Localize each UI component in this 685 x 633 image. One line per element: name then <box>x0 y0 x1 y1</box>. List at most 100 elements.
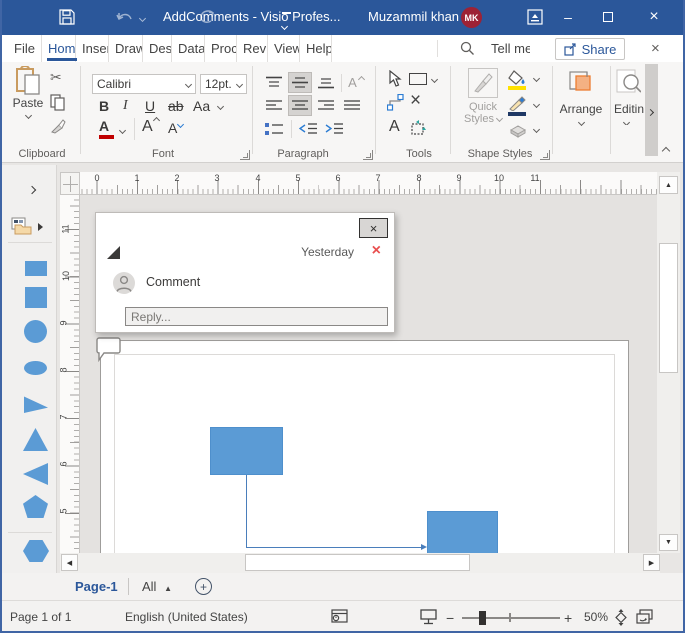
pointer-tool-button[interactable] <box>388 70 402 87</box>
stencil-shape-square[interactable] <box>25 287 47 308</box>
tell-me-button[interactable]: Tell me <box>485 35 530 62</box>
stencil-shape-triangle[interactable] <box>23 428 48 451</box>
page-indicator[interactable]: Page 1 of 1 <box>10 610 71 624</box>
font-size-select[interactable]: 12pt. <box>200 74 247 94</box>
italic-button[interactable]: I <box>123 98 128 114</box>
delete-comment-button[interactable]: × <box>372 242 381 260</box>
connector-vertical-segment[interactable] <box>246 475 247 547</box>
connector-horizontal-segment[interactable] <box>246 547 422 548</box>
search-icon[interactable] <box>460 41 475 56</box>
fill-dropdown-icon[interactable] <box>533 75 540 82</box>
copy-button[interactable] <box>50 94 65 111</box>
tab-process[interactable]: Process <box>205 35 237 62</box>
align-bottom-button[interactable] <box>314 72 338 93</box>
grow-font-button[interactable]: A <box>142 118 159 136</box>
connector-tool-button[interactable] <box>387 94 404 111</box>
text-tool-button[interactable]: A <box>389 118 400 136</box>
stencil-flyout-arrow-icon[interactable] <box>38 223 43 231</box>
tab-file[interactable]: File <box>8 35 42 62</box>
reply-input[interactable] <box>125 307 388 326</box>
presentation-mode-icon[interactable] <box>420 609 437 625</box>
strikethrough-button[interactable]: ab <box>168 98 184 114</box>
vertical-scroll-thumb[interactable] <box>659 243 678 373</box>
horizontal-scrollbar[interactable]: ◀ ▶ <box>60 553 660 573</box>
tab-design[interactable]: Design <box>143 35 172 62</box>
close-ribbon-panel-button[interactable]: × <box>645 35 675 62</box>
switch-windows-icon[interactable] <box>636 609 653 624</box>
shape-styles-dialog-launcher[interactable] <box>540 150 550 160</box>
align-center-button[interactable] <box>288 95 312 116</box>
stencil-shape-hexagon[interactable] <box>23 540 49 562</box>
line-color-button[interactable] <box>508 96 528 116</box>
comment-indicator-icon[interactable] <box>96 336 123 362</box>
comment-collapse-icon[interactable] <box>107 246 120 259</box>
ribbon-scroll-strip[interactable] <box>645 64 658 156</box>
zoom-in-button[interactable]: + <box>564 610 572 626</box>
insert-page-button[interactable]: + <box>195 578 212 595</box>
paste-button[interactable]: Paste <box>10 66 46 118</box>
macro-record-icon[interactable] <box>331 609 348 624</box>
page-tab-page1[interactable]: Page-1 <box>75 579 118 594</box>
stencil-shape-pentagon[interactable] <box>23 495 48 518</box>
comment-popup-close-button[interactable]: × <box>359 218 388 238</box>
font-family-select[interactable]: Calibri <box>92 74 196 94</box>
bullets-button[interactable] <box>262 118 286 139</box>
ribbon-display-options-icon[interactable] <box>527 9 543 25</box>
tab-draw[interactable]: Draw <box>109 35 143 62</box>
language-indicator[interactable]: English (United States) <box>125 610 248 624</box>
stencil-icon[interactable] <box>11 217 33 235</box>
zoom-level[interactable]: 50% <box>584 610 608 624</box>
undo-icon[interactable] <box>116 9 136 25</box>
canvas-shape-rectangle-2[interactable] <box>427 511 498 553</box>
transform-tool-button[interactable] <box>409 120 426 136</box>
increase-indent-button[interactable] <box>322 118 346 139</box>
zoom-out-button[interactable]: − <box>446 610 454 626</box>
align-right-button[interactable] <box>314 95 338 116</box>
cut-button[interactable]: ✂ <box>50 70 62 86</box>
change-case-button[interactable]: Aa <box>193 98 223 114</box>
save-icon[interactable] <box>58 8 76 26</box>
stencil-shape-ellipse[interactable] <box>24 361 47 375</box>
arrange-button[interactable]: Arrange <box>556 68 606 125</box>
signed-in-user[interactable]: Muzammil khan <box>368 9 459 24</box>
undo-dropdown-icon[interactable] <box>139 15 146 22</box>
all-pages-button[interactable]: All ▲ <box>142 579 172 594</box>
maximize-button[interactable] <box>596 6 620 28</box>
editing-button[interactable]: Editing <box>614 68 644 125</box>
justify-button[interactable] <box>340 95 364 116</box>
font-color-button[interactable]: A <box>99 118 114 139</box>
align-top-button[interactable] <box>262 72 286 93</box>
text-direction-button[interactable]: A <box>344 72 368 93</box>
minimize-button[interactable]: – <box>556 6 580 28</box>
underline-button[interactable]: U <box>145 98 155 114</box>
fit-page-icon[interactable] <box>613 609 629 626</box>
quick-styles-button[interactable]: Quick Styles <box>462 68 504 125</box>
connection-point-tool-button[interactable]: × <box>410 90 421 112</box>
scroll-left-button[interactable]: ◀ <box>61 554 78 571</box>
share-button[interactable]: Share <box>555 38 625 60</box>
collapse-ribbon-icon[interactable] <box>662 147 670 155</box>
font-color-dropdown-icon[interactable] <box>119 127 126 134</box>
decrease-indent-button[interactable] <box>296 118 320 139</box>
scroll-down-button[interactable]: ▼ <box>659 534 678 551</box>
shrink-font-button[interactable]: A <box>168 120 183 136</box>
horizontal-scroll-thumb[interactable] <box>245 554 470 571</box>
tab-data[interactable]: Data <box>172 35 205 62</box>
canvas-shape-rectangle-1[interactable] <box>210 427 283 475</box>
font-dialog-launcher[interactable] <box>240 150 250 160</box>
effects-button[interactable] <box>508 122 528 138</box>
format-painter-button[interactable] <box>50 118 66 134</box>
zoom-slider-track[interactable] <box>462 617 560 619</box>
rectangle-tool-button[interactable] <box>409 73 427 85</box>
effects-dropdown-icon[interactable] <box>533 126 540 133</box>
tab-help[interactable]: Help <box>300 35 332 62</box>
stencil-shape-right-triangle[interactable] <box>24 395 48 413</box>
drawing-page[interactable] <box>100 340 629 553</box>
stencil-shape-circle[interactable] <box>24 320 47 343</box>
paragraph-dialog-launcher[interactable] <box>363 150 373 160</box>
scroll-right-button[interactable]: ▶ <box>643 554 660 571</box>
tab-insert[interactable]: Insert <box>76 35 109 62</box>
close-window-button[interactable]: × <box>642 6 666 28</box>
fill-color-button[interactable] <box>508 70 528 90</box>
align-middle-button[interactable] <box>288 72 312 93</box>
